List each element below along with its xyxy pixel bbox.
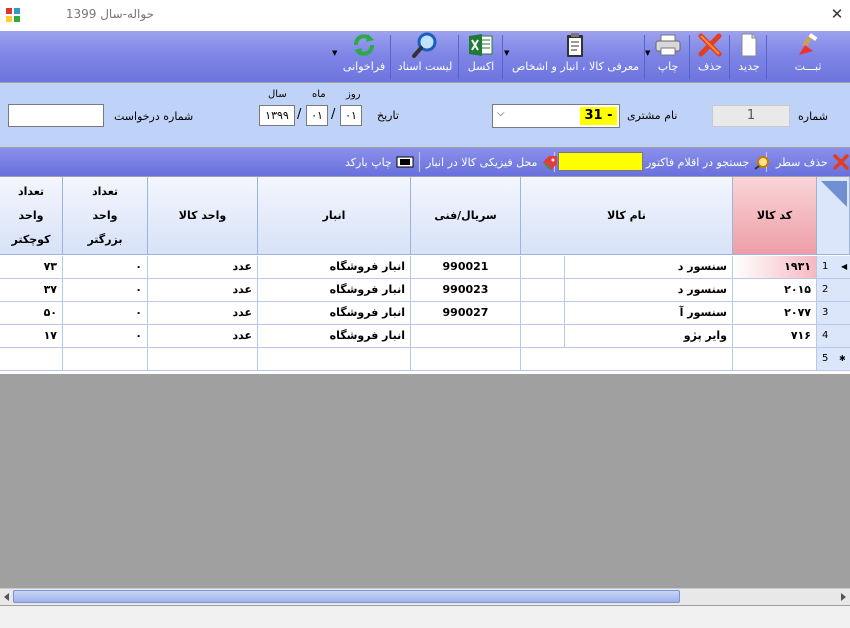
define-dropdown-arrow[interactable]: ▼: [504, 49, 509, 57]
day-field[interactable]: ۰۱: [340, 105, 362, 126]
table-cell-small[interactable]: ۵۰: [0, 302, 63, 325]
excel-icon: [469, 34, 493, 56]
chevron-down-icon[interactable]: ⌵: [497, 108, 505, 119]
scrollbar-thumb[interactable]: [13, 590, 680, 603]
request-number-field[interactable]: [8, 104, 104, 127]
table-cell-big[interactable]: ۰: [63, 256, 148, 279]
customer-label: نام مشتری: [627, 109, 678, 122]
define-items-button[interactable]: معرفی کالا ، انبار و اشخاص ▼: [504, 31, 639, 83]
refresh-icon: [354, 34, 374, 56]
search-icon: [412, 32, 437, 58]
date-label: تاریخ: [377, 109, 399, 122]
row-header[interactable]: 4: [817, 325, 850, 348]
clipboard-icon: [567, 33, 583, 57]
new-button[interactable]: جدید: [733, 31, 765, 83]
row-header[interactable]: 1 ◀: [817, 256, 850, 279]
items-toolbar: حذف سطر جستجو در اقلام فاکتور محل فیزیکی…: [0, 148, 850, 176]
table-cell-big[interactable]: ۰: [63, 325, 148, 348]
day-label: روز: [346, 89, 361, 100]
row-header[interactable]: 3: [817, 302, 850, 325]
table-cell-serial[interactable]: 990027: [411, 302, 521, 325]
scroll-right-icon[interactable]: [838, 592, 848, 602]
scroll-left-icon[interactable]: [2, 592, 12, 602]
table-cell-code[interactable]: ۷۱۶: [733, 325, 817, 348]
excel-button[interactable]: اکسل: [462, 31, 500, 83]
printer-icon: [655, 34, 681, 56]
table-cell-name[interactable]: سنسور د: [565, 256, 733, 279]
title-bar: حواله-سال 1399 ✕: [0, 0, 850, 30]
row-header-new[interactable]: 5 ✱: [817, 348, 850, 371]
search-invoice-items-button[interactable]: جستجو در اقلام فاکتور: [646, 152, 771, 172]
table-cell-serial[interactable]: 990021: [411, 256, 521, 279]
delete-x-icon: [698, 33, 722, 57]
number-label: شماره: [798, 110, 829, 123]
table-cell-small[interactable]: ۱۷: [0, 325, 63, 348]
table-cell-warehouse[interactable]: انبار فروشگاه: [258, 256, 411, 279]
customer-combobox[interactable]: 31 - ⌵: [492, 104, 620, 128]
search-icon: [754, 156, 770, 170]
month-field[interactable]: ۰۱: [306, 105, 328, 126]
new-document-icon: [741, 33, 757, 57]
column-header-small-unit[interactable]: تعداد واحد کوچکتر: [0, 177, 63, 255]
save-button[interactable]: ثبـــت: [770, 31, 846, 83]
items-grid[interactable]: کد کالا نام کالا سریال/فنی انبار واحد کا…: [0, 177, 850, 374]
select-all-corner[interactable]: [817, 177, 850, 255]
column-header-big-unit[interactable]: تعداد واحد بزرگتر: [63, 177, 148, 255]
table-cell-unit[interactable]: عدد: [148, 256, 258, 279]
app-icon: [6, 8, 20, 22]
item-search-input[interactable]: [558, 152, 643, 171]
corner-triangle-icon: [821, 181, 847, 207]
tag-icon: [543, 156, 558, 170]
column-header-code[interactable]: کد کالا: [733, 177, 817, 255]
table-cell-code[interactable]: ۱۹۳۱: [733, 256, 817, 279]
table-cell-unit[interactable]: عدد: [148, 325, 258, 348]
close-button[interactable]: ✕: [826, 4, 848, 24]
table-cell-warehouse[interactable]: انبار فروشگاه: [258, 325, 411, 348]
print-button[interactable]: چاپ ▼: [645, 31, 686, 83]
document-header: شماره 1 نام مشتری 31 - ⌵ تاریخ روز ماه س…: [0, 83, 850, 147]
table-cell-unit[interactable]: عدد: [148, 302, 258, 325]
table-cell-code[interactable]: ۲۰۱۵: [733, 279, 817, 302]
table-cell-unit[interactable]: عدد: [148, 279, 258, 302]
window-title: حواله-سال 1399: [65, 7, 154, 21]
physical-location-button[interactable]: محل فیزیکی کالا در انبار: [426, 152, 559, 172]
print-dropdown-arrow[interactable]: ▼: [645, 49, 650, 57]
column-header-name[interactable]: نام کالا: [521, 177, 733, 255]
number-field: 1: [712, 105, 790, 127]
table-cell-warehouse[interactable]: انبار فروشگاه: [258, 302, 411, 325]
document-list-button[interactable]: لیست اسناد: [394, 31, 456, 83]
delete-row-button[interactable]: حذف سطر: [776, 152, 850, 172]
table-cell-small[interactable]: ۳۷: [0, 279, 63, 302]
table-cell-big[interactable]: ۰: [63, 279, 148, 302]
main-toolbar: ثبـــت جدید حذف چاپ ▼ معرفی کالا ، انبار…: [0, 30, 850, 82]
column-header-unit[interactable]: واحد کالا: [148, 177, 258, 255]
status-bar: [0, 606, 850, 628]
delete-x-icon: [833, 154, 849, 170]
barcode-icon: [396, 156, 414, 168]
brush-icon: [799, 33, 818, 55]
table-cell-name[interactable]: سنسور د: [565, 279, 733, 302]
table-cell-warehouse[interactable]: انبار فروشگاه: [258, 279, 411, 302]
table-cell-serial[interactable]: [411, 325, 521, 348]
table-cell-name[interactable]: وایر پژو: [565, 325, 733, 348]
column-header-serial[interactable]: سریال/فنی: [411, 177, 521, 255]
recall-button[interactable]: فراخوانی ▼: [332, 31, 388, 83]
table-cell-small[interactable]: ۷۳: [0, 256, 63, 279]
print-barcode-button[interactable]: چاپ بارکد: [345, 152, 414, 172]
table-cell-serial[interactable]: 990023: [411, 279, 521, 302]
table-cell-code[interactable]: ۲۰۷۷: [733, 302, 817, 325]
row-header[interactable]: 2: [817, 279, 850, 302]
year-label: سال: [268, 89, 287, 100]
month-label: ماه: [312, 89, 326, 100]
table-cell-name[interactable]: سنسور آ: [565, 302, 733, 325]
table-cell-big[interactable]: ۰: [63, 302, 148, 325]
customer-value: 31 -: [580, 107, 617, 125]
request-number-label: شماره درخواست: [114, 110, 194, 123]
column-header-warehouse[interactable]: انبار: [258, 177, 411, 255]
delete-button[interactable]: حذف: [693, 31, 727, 83]
recall-dropdown-arrow[interactable]: ▼: [332, 49, 337, 57]
year-field[interactable]: ۱۳۹۹: [259, 105, 295, 126]
